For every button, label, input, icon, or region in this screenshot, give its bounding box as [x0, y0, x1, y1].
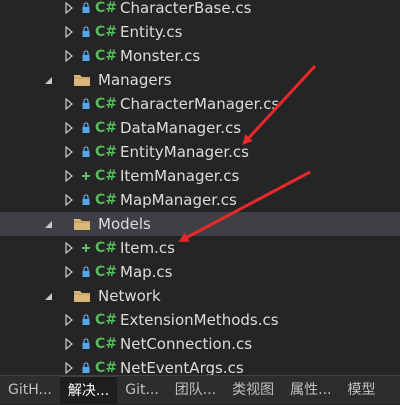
- file-row-charactermanager-cs[interactable]: C# CharacterManager.cs: [0, 92, 400, 116]
- folder-row-models[interactable]: Models: [0, 212, 400, 236]
- file-label: Entity.cs: [120, 23, 183, 41]
- csharp-file-icon: C#: [95, 0, 118, 16]
- file-row-mapmanager-cs[interactable]: C# MapManager.cs: [0, 188, 400, 212]
- file-row-characterbase-cs[interactable]: C# CharacterBase.cs: [0, 0, 400, 20]
- checked-in-lock-icon: [82, 194, 90, 205]
- file-label: Map.cs: [120, 263, 173, 281]
- collapsed-caret-icon[interactable]: [64, 242, 74, 254]
- checked-in-lock-icon: [82, 2, 90, 13]
- collapsed-caret-icon[interactable]: [64, 146, 74, 158]
- folder-icon: [74, 219, 90, 230]
- collapsed-caret-icon[interactable]: [64, 98, 74, 110]
- bottom-tab[interactable]: 解决...: [59, 376, 118, 404]
- file-label: CharacterBase.cs: [120, 0, 252, 17]
- checked-in-lock-icon: [82, 362, 90, 373]
- folder-icon: [74, 75, 90, 86]
- folder-label: Network: [98, 287, 161, 305]
- bottom-tab[interactable]: 模型: [340, 376, 384, 404]
- folder-label: Managers: [98, 71, 172, 89]
- collapsed-caret-icon[interactable]: [64, 122, 74, 134]
- bottom-tab[interactable]: 属性...: [282, 376, 339, 404]
- file-label: CharacterManager.cs: [120, 95, 280, 113]
- file-label: ExtensionMethods.cs: [120, 311, 279, 329]
- collapsed-caret-icon[interactable]: [64, 314, 74, 326]
- bottom-tab-strip: GitH... 解决... Git... 团队... 类视图 属性... 模型: [0, 375, 400, 404]
- checked-in-lock-icon: [82, 50, 90, 61]
- file-row-monster-cs[interactable]: C# Monster.cs: [0, 44, 400, 68]
- bottom-tab[interactable]: GitH...: [0, 376, 60, 404]
- csharp-file-icon: C#: [95, 24, 118, 40]
- file-row-itemmanager-cs[interactable]: C# ItemManager.cs: [0, 164, 400, 188]
- bottom-tab[interactable]: 团队...: [167, 376, 224, 404]
- bottom-tab[interactable]: Git...: [117, 376, 167, 404]
- folder-label: Models: [98, 215, 151, 233]
- file-label: Monster.cs: [120, 47, 201, 65]
- expanded-caret-icon[interactable]: [44, 290, 54, 302]
- file-label: Item.cs: [120, 239, 175, 257]
- csharp-file-icon: C#: [95, 48, 118, 64]
- csharp-file-icon: C#: [95, 96, 118, 112]
- collapsed-caret-icon[interactable]: [64, 170, 74, 182]
- file-row-entitymanager-cs[interactable]: C# EntityManager.cs: [0, 140, 400, 164]
- csharp-file-icon: C#: [95, 264, 118, 280]
- file-label: EntityManager.cs: [120, 143, 249, 161]
- csharp-file-icon: C#: [95, 192, 118, 208]
- file-row-item-cs[interactable]: C# Item.cs: [0, 236, 400, 260]
- file-row-netconnection-cs[interactable]: C# NetConnection.cs: [0, 332, 400, 356]
- checked-in-lock-icon: [82, 122, 90, 133]
- folder-row-managers[interactable]: Managers: [0, 68, 400, 92]
- csharp-file-icon: C#: [95, 240, 118, 256]
- file-row-datamanager-cs[interactable]: C# DataManager.cs: [0, 116, 400, 140]
- checked-in-lock-icon: [82, 146, 90, 157]
- folder-row-network[interactable]: Network: [0, 284, 400, 308]
- pending-add-icon: [82, 244, 90, 252]
- collapsed-caret-icon[interactable]: [64, 362, 74, 374]
- file-label: MapManager.cs: [120, 191, 237, 209]
- csharp-file-icon: C#: [95, 336, 118, 352]
- checked-in-lock-icon: [82, 314, 90, 325]
- csharp-file-icon: C#: [95, 168, 118, 184]
- collapsed-caret-icon[interactable]: [64, 50, 74, 62]
- file-label: ItemManager.cs: [120, 167, 240, 185]
- file-row-map-cs[interactable]: C# Map.cs: [0, 260, 400, 284]
- file-label: NetConnection.cs: [120, 335, 253, 353]
- collapsed-caret-icon[interactable]: [64, 194, 74, 206]
- expanded-caret-icon[interactable]: [44, 74, 54, 86]
- checked-in-lock-icon: [82, 98, 90, 109]
- collapsed-caret-icon[interactable]: [64, 26, 74, 38]
- folder-icon: [74, 291, 90, 302]
- collapsed-caret-icon[interactable]: [64, 338, 74, 350]
- csharp-file-icon: C#: [95, 120, 118, 136]
- collapsed-caret-icon[interactable]: [64, 266, 74, 278]
- checked-in-lock-icon: [82, 266, 90, 277]
- file-row-extensionmethods-cs[interactable]: C# ExtensionMethods.cs: [0, 308, 400, 332]
- csharp-file-icon: C#: [95, 312, 118, 328]
- file-row-entity-cs[interactable]: C# Entity.cs: [0, 20, 400, 44]
- checked-in-lock-icon: [82, 338, 90, 349]
- pending-add-icon: [82, 172, 90, 180]
- collapsed-caret-icon[interactable]: [64, 2, 74, 14]
- solution-explorer-tree: C# CharacterBase.cs C# Entity.cs C# Monster.c…: [0, 0, 400, 404]
- csharp-file-icon: C#: [95, 144, 118, 160]
- file-label: DataManager.cs: [120, 119, 242, 137]
- expanded-caret-icon[interactable]: [44, 218, 54, 230]
- checked-in-lock-icon: [82, 26, 90, 37]
- bottom-tab[interactable]: 类视图: [224, 376, 282, 404]
